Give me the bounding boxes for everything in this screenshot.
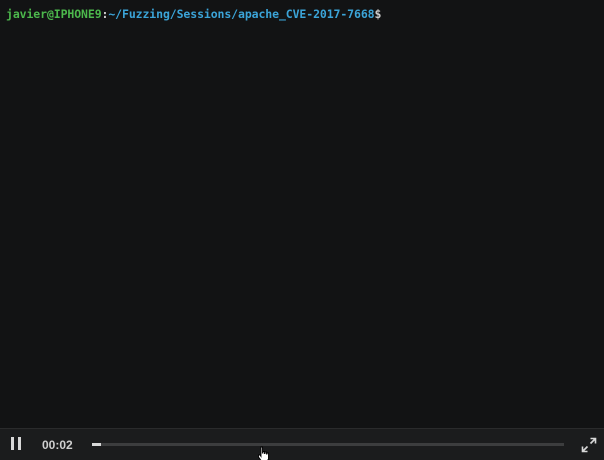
pause-icon (11, 437, 14, 450)
playback-time: 00:02 (42, 438, 73, 452)
prompt-user-host: javier@IPHONE9 (6, 7, 102, 21)
pause-button[interactable] (10, 437, 22, 451)
fullscreen-icon (581, 437, 597, 453)
pause-icon-bar (18, 437, 21, 450)
terminal-player: javier@IPHONE9:~/Fuzzing/Sessions/apache… (0, 0, 604, 460)
terminal-screen[interactable]: javier@IPHONE9:~/Fuzzing/Sessions/apache… (0, 0, 604, 428)
prompt-path: ~/Fuzzing/Sessions/apache_CVE-2017-7668 (108, 7, 375, 21)
shell-prompt: javier@IPHONE9:~/Fuzzing/Sessions/apache… (6, 7, 381, 21)
hand-cursor-icon (258, 446, 269, 460)
progress-fill (92, 443, 101, 446)
fullscreen-button[interactable] (581, 437, 597, 453)
prompt-symbol: $ (374, 7, 382, 21)
progress-bar[interactable] (92, 443, 564, 446)
control-bar: 00:02 (0, 428, 604, 460)
